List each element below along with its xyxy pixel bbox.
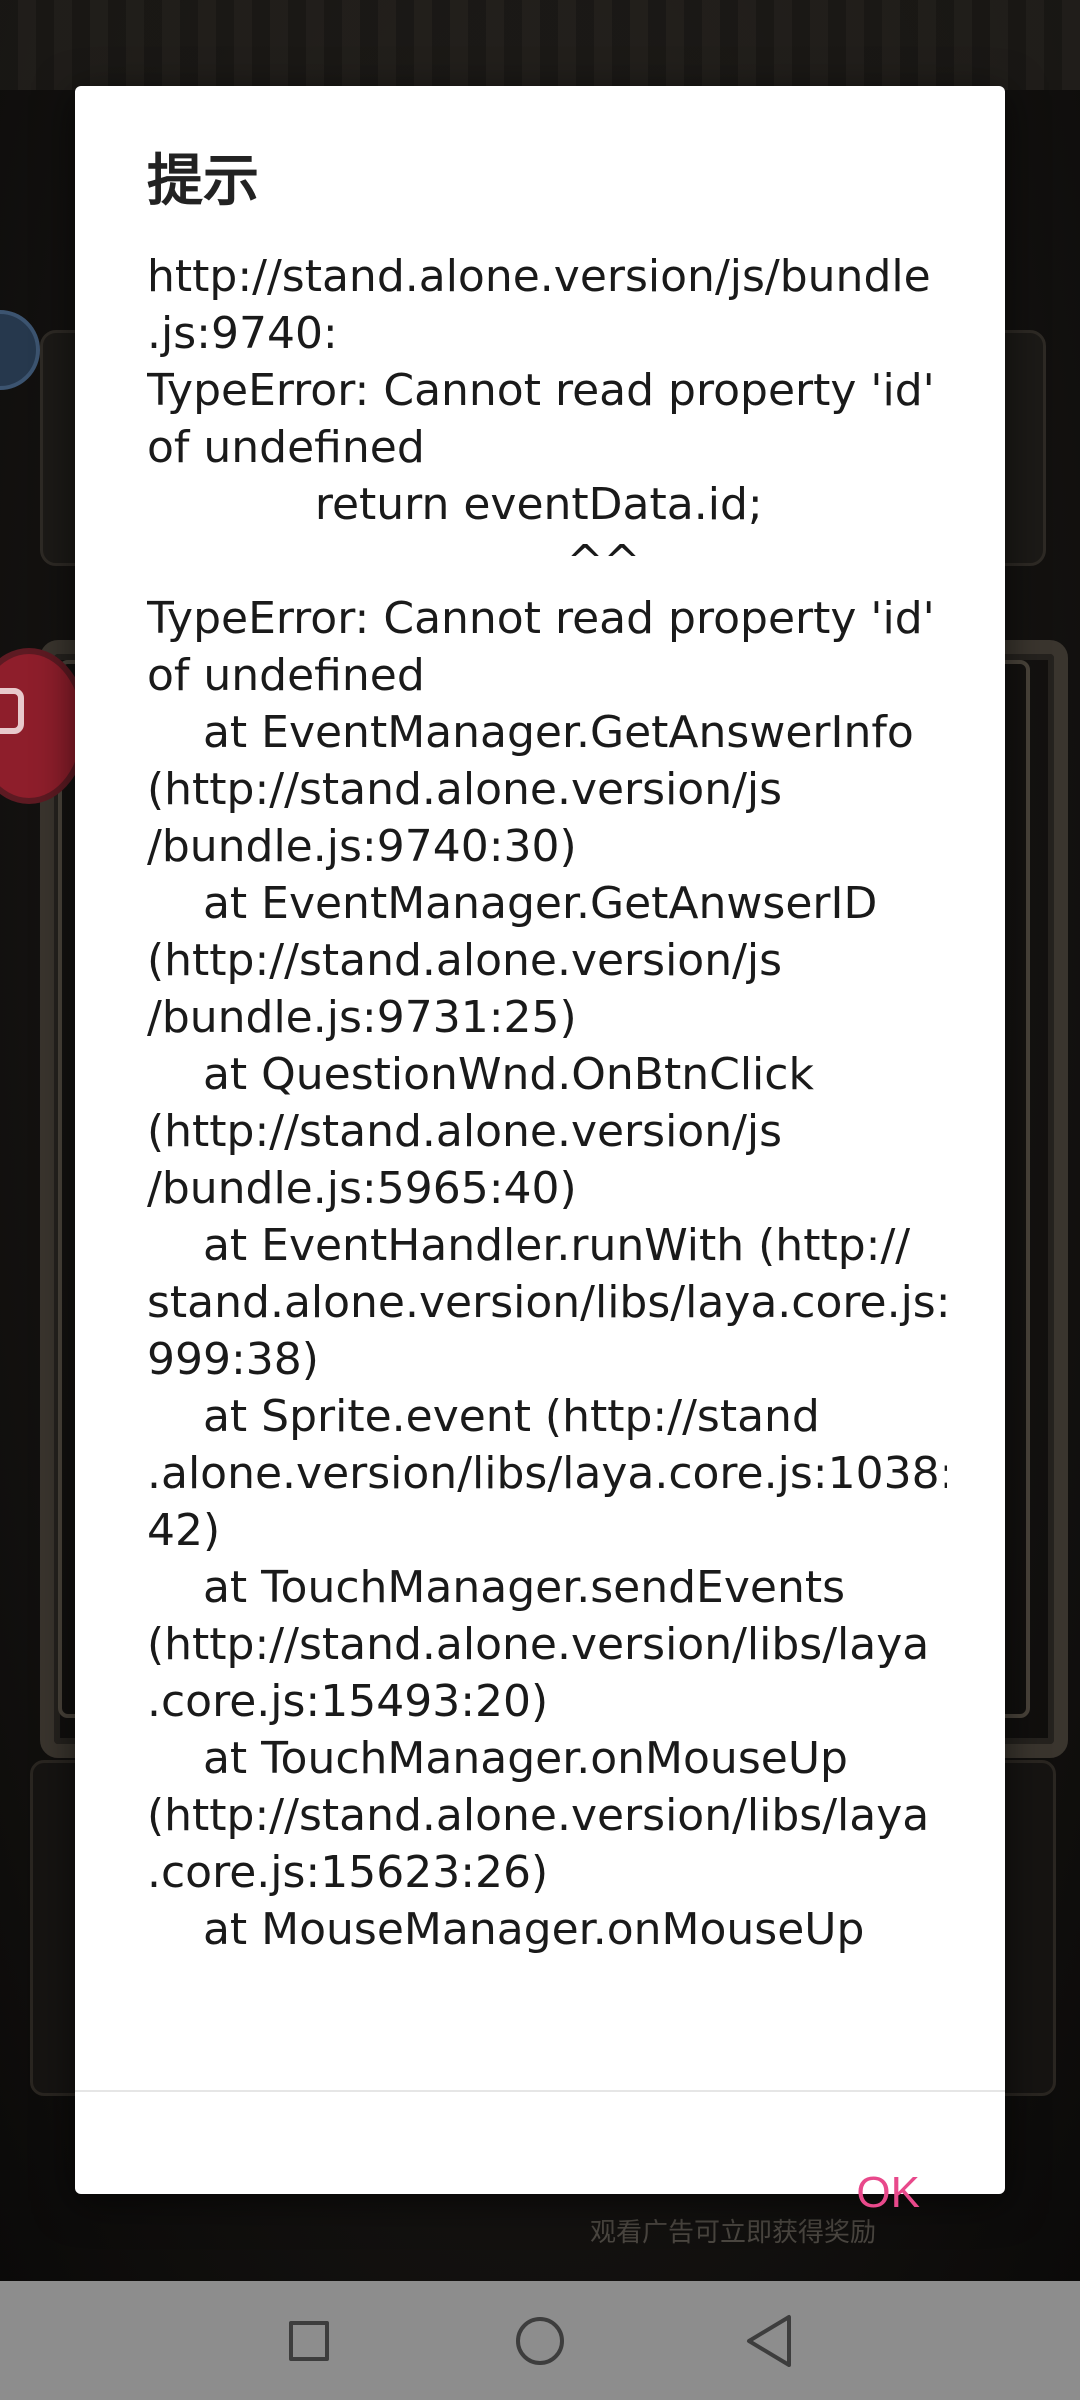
message-line: .core.js:15493:20) [147, 1676, 549, 1727]
message-line: http://stand.alone.version/js/bundle [147, 251, 931, 302]
dialog-divider [75, 2090, 1005, 2092]
message-line: /bundle.js:9740:30) [147, 821, 577, 872]
message-line: (http://stand.alone.version/libs/laya [147, 1619, 930, 1670]
message-line: (http://stand.alone.version/js [147, 1106, 783, 1157]
message-line: at TouchManager.sendEvents [147, 1562, 846, 1613]
message-line: at EventManager.GetAnswerInfo [147, 707, 914, 758]
background-footer-text: 观看广告可立即获得奖励 [590, 2218, 877, 2248]
message-line: at EventHandler.runWith (http:// [147, 1220, 911, 1271]
message-line: .js:9740: [147, 308, 338, 359]
message-line: of undefined [147, 650, 425, 701]
message-line: (http://stand.alone.version/libs/laya [147, 1790, 930, 1841]
message-line: .alone.version/libs/laya.core.js:1038: [147, 1448, 947, 1499]
message-line: /bundle.js:5965:40) [147, 1163, 577, 1214]
message-line: of undefined [147, 422, 425, 473]
navigation-bar [0, 2281, 1080, 2400]
message-line: ^^ [147, 536, 641, 587]
message-line: at EventManager.GetAnwserID [147, 878, 878, 929]
recents-button[interactable] [249, 2281, 369, 2400]
background-ornament [0, 0, 1080, 90]
message-line: TypeError: Cannot read property 'id' [147, 365, 935, 416]
dialog-title: 提示 [147, 149, 259, 214]
message-line: stand.alone.version/libs/laya.core.js: [147, 1277, 947, 1328]
message-line: 42) [147, 1505, 221, 1556]
back-icon [747, 2314, 791, 2367]
home-button[interactable] [480, 2281, 600, 2400]
ok-button[interactable]: OK [856, 2163, 920, 2223]
message-line: (http://stand.alone.version/js [147, 935, 783, 986]
message-line: at TouchManager.onMouseUp [147, 1733, 848, 1784]
message-line: (http://stand.alone.version/js [147, 764, 783, 815]
message-line: at Sprite.event (http://stand [147, 1391, 820, 1442]
dialog-message[interactable]: http://stand.alone.version/js/bundle .js… [147, 248, 947, 2091]
recents-icon [289, 2320, 329, 2361]
message-line: 999:38) [147, 1334, 319, 1385]
home-icon [516, 2316, 564, 2365]
message-line: /bundle.js:9731:25) [147, 992, 577, 1043]
message-line: at QuestionWnd.OnBtnClick [147, 1049, 814, 1100]
video-camera-icon [0, 688, 24, 734]
message-line: TypeError: Cannot read property 'id' [147, 593, 935, 644]
message-line: .core.js:15623:26) [147, 1847, 549, 1898]
back-button[interactable] [709, 2281, 829, 2400]
error-dialog: 提示 http://stand.alone.version/js/bundle … [75, 86, 1005, 2217]
message-line: at MouseManager.onMouseUp [147, 1904, 865, 1955]
message-line: return eventData.id; [147, 479, 763, 530]
background-badge [0, 310, 40, 390]
